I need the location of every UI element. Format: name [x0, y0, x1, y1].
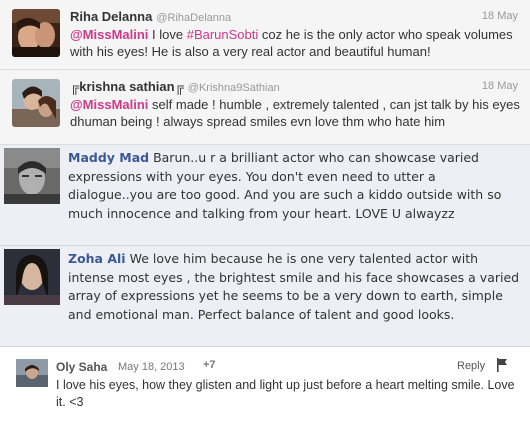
- comment-author[interactable]: Maddy Mad: [68, 150, 149, 165]
- tweet-date[interactable]: 18 May: [482, 10, 518, 22]
- avatar[interactable]: [12, 9, 60, 57]
- avatar[interactable]: [16, 359, 48, 387]
- facebook-comment: Maddy Mad Barun..u r a brilliant actor w…: [0, 145, 530, 246]
- comment-author[interactable]: Oly Saha: [56, 360, 107, 374]
- tweet-handle[interactable]: @RihaDelanna: [156, 12, 231, 24]
- tweet-handle[interactable]: @Krishna9Sathian: [188, 82, 280, 94]
- hashtag-link[interactable]: #BarunSobti: [187, 27, 259, 42]
- comment-author[interactable]: Zoha Ali: [68, 251, 126, 266]
- comment-text: Zoha Ali We love him because he is one v…: [68, 251, 520, 322]
- comment-date[interactable]: May 18, 2013: [118, 361, 185, 373]
- reply-button[interactable]: Reply: [457, 360, 485, 372]
- avatar[interactable]: [4, 148, 60, 204]
- tweet-card: Riha Delanna @RihaDelanna 18 May @MissMal…: [0, 0, 530, 70]
- tweet-text: @MissMalini I love #BarunSobti coz he is…: [70, 27, 513, 59]
- mention-link[interactable]: @MissMalini: [70, 97, 148, 112]
- avatar[interactable]: [12, 79, 60, 127]
- mention-link[interactable]: @MissMalini: [70, 27, 148, 42]
- tweet-author[interactable]: Riha Delanna @RihaDelanna: [70, 9, 231, 24]
- disqus-comment: Oly Saha May 18, 2013 +7 Reply I love hi…: [0, 347, 530, 423]
- tweet-text: @MissMalini self made ! humble , extreme…: [70, 97, 520, 129]
- tweet-date[interactable]: 18 May: [482, 80, 518, 92]
- flag-icon[interactable]: [496, 358, 508, 372]
- comment-text: Maddy Mad Barun..u r a brilliant actor w…: [68, 150, 502, 221]
- avatar[interactable]: [4, 249, 60, 305]
- vote-count: +7: [203, 359, 216, 371]
- tweet-card: ╔krishna sathian╔ @Krishna9Sathian 18 May…: [0, 70, 530, 145]
- facebook-comment: Zoha Ali We love him because he is one v…: [0, 246, 530, 347]
- tweet-author[interactable]: ╔krishna sathian╔ @Krishna9Sathian: [70, 79, 280, 94]
- comment-text: I love his eyes, how they glisten and li…: [56, 378, 515, 409]
